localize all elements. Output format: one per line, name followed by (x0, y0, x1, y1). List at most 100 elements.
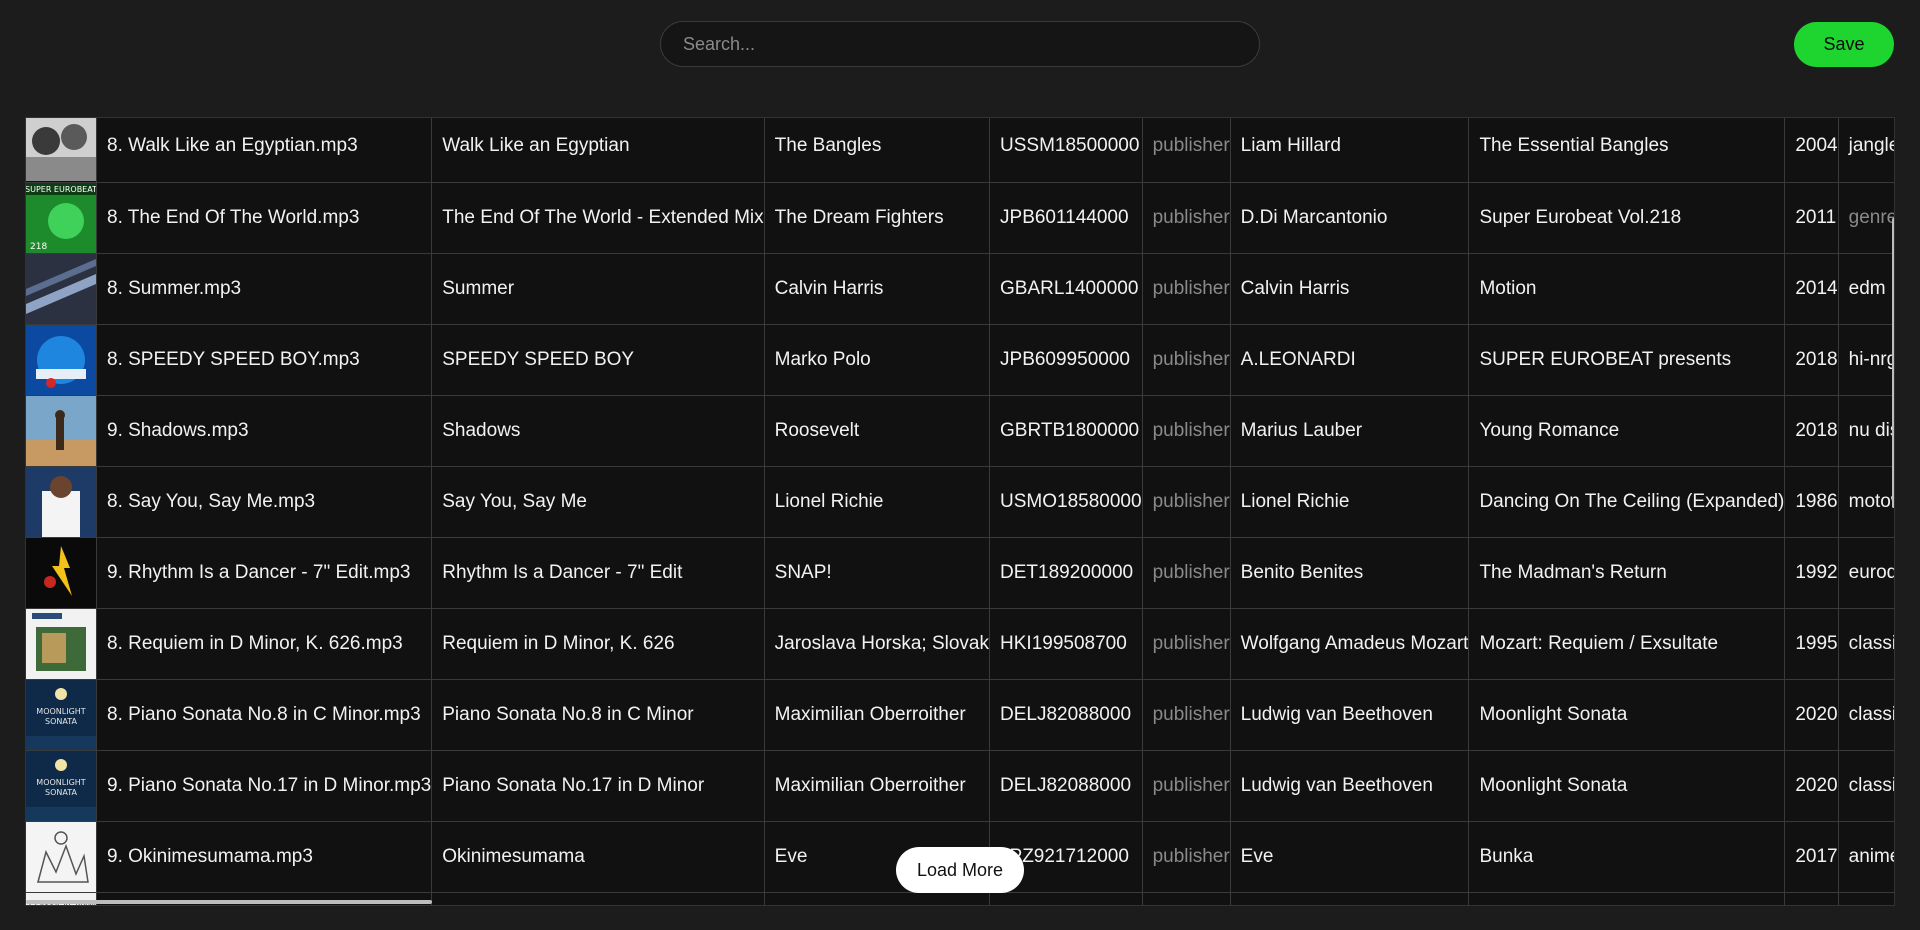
cell-filename[interactable]: 8. Summer.mp3 (96, 253, 433, 325)
table-row[interactable]: 8. SPEEDY SPEED BOY.mp3 SPEEDY SPEED BOY M… (26, 324, 1894, 396)
table-row[interactable]: SUPER EUROBEAT 218 8. The End Of The World… (26, 182, 1894, 254)
cell-album[interactable]: Bunka (1468, 821, 1786, 893)
cell-composer[interactable]: Ludwig van Beethoven (1230, 679, 1470, 751)
cell-title[interactable]: Okinimesumama (431, 821, 765, 893)
cell-genre[interactable]: edm (1838, 253, 1894, 325)
cell-isrc[interactable]: JPB601144000 (989, 182, 1143, 254)
cell-album[interactable]: Moonlight Sonata (1468, 750, 1786, 822)
cell-composer[interactable]: A.LEONARDI (1230, 324, 1470, 396)
cell-composer[interactable]: Benito Benites (1230, 537, 1470, 609)
cell-title[interactable]: Piano Sonata No.8 in C Minor (431, 679, 765, 751)
cell-artist[interactable]: The Dream Fighters (764, 182, 991, 254)
cell-album[interactable]: Dancing On The Ceiling (Expanded) (1468, 466, 1786, 538)
cell-isrc[interactable]: DELJ82088000 (989, 679, 1143, 751)
cell-genre[interactable]: jangle pop (1838, 118, 1894, 183)
cell-isrc[interactable]: DELJ82088000 (989, 750, 1143, 822)
cell-year[interactable]: 2020 (1784, 679, 1839, 751)
cell-isrc[interactable]: HKI199508700 (989, 608, 1143, 680)
cell-year[interactable]: 2018 (1784, 395, 1839, 467)
cell-publisher[interactable]: publisher (1142, 537, 1231, 609)
cell-title[interactable]: Requiem in D Minor, K. 626 (431, 608, 765, 680)
cell-album[interactable]: Moonlight Sonata (1468, 679, 1786, 751)
tracks-table[interactable]: 8. Walk Like an Egyptian.mp3 Walk Like an… (25, 117, 1895, 906)
cell-genre[interactable]: eurodance (1838, 537, 1894, 609)
cell-filename[interactable]: 8. Walk Like an Egyptian.mp3 (96, 118, 433, 183)
cell-genre[interactable]: classical; requiem (1838, 608, 1894, 680)
table-row[interactable]: 8. Summer.mp3 Summer Calvin Harris GBARL140… (26, 253, 1894, 325)
cell-composer[interactable]: D.Di Marcantonio (1230, 182, 1470, 254)
cell-artist[interactable]: Lionel Richie (764, 466, 991, 538)
table-row[interactable]: 8. Requiem in D Minor, K. 626.mp3 Requiem… (26, 608, 1894, 680)
cell-publisher[interactable]: publisher (1142, 118, 1231, 183)
cell-composer[interactable]: Calvin Harris (1230, 253, 1470, 325)
cell-album[interactable]: Motion (1468, 253, 1786, 325)
cell-year[interactable]: 1986 (1784, 466, 1839, 538)
cell-genre[interactable]: genre (1838, 182, 1894, 254)
cell-year[interactable]: 2011 (1784, 182, 1839, 254)
cell-isrc[interactable]: DET189200000 (989, 537, 1143, 609)
table-row[interactable]: 9. Rhythm Is a Dancer - 7" Edit.mp3 Rhyth… (26, 537, 1894, 609)
cell-title[interactable]: Rhythm Is a Dancer - 7" Edit (431, 537, 765, 609)
cell-isrc[interactable]: GBARL1400000 (989, 253, 1143, 325)
cell-filename[interactable]: 8. Requiem in D Minor, K. 626.mp3 (96, 608, 433, 680)
table-row[interactable]: 8. Walk Like an Egyptian.mp3 Walk Like an… (26, 118, 1894, 183)
cell-title[interactable]: Shadows (431, 395, 765, 467)
cell-album[interactable]: Super Eurobeat Vol.218 (1468, 182, 1786, 254)
cell-year[interactable]: 1992 (1784, 537, 1839, 609)
cell-isrc[interactable]: GBRTB1800000 (989, 395, 1143, 467)
cell-composer[interactable]: Liam Hillard (1230, 118, 1470, 183)
cell-genre[interactable]: anime; j-pop (1838, 821, 1894, 893)
cell-artist[interactable]: Jaroslava Horska; Slovak (764, 608, 991, 680)
cell-publisher[interactable]: publisher (1142, 182, 1231, 254)
cell-album[interactable]: The Essential Bangles (1468, 118, 1786, 183)
cell-artist[interactable]: Calvin Harris (764, 253, 991, 325)
cell-publisher[interactable]: publisher (1142, 466, 1231, 538)
cell-genre[interactable]: hi-nrg (1838, 324, 1894, 396)
cell-genre[interactable]: motown (1838, 466, 1894, 538)
cell-artist[interactable]: Maximilian Oberroither (764, 750, 991, 822)
cell-publisher[interactable]: publisher (1142, 821, 1231, 893)
cell-publisher[interactable]: publisher (1142, 395, 1231, 467)
cell-title[interactable]: SPEEDY SPEED BOY (431, 324, 765, 396)
cell-title[interactable]: Walk Like an Egyptian (431, 118, 765, 183)
cell-filename[interactable]: 9. Okinimesumama.mp3 (96, 821, 433, 893)
load-more-button[interactable]: Load More (896, 847, 1024, 893)
cell-title[interactable]: Say You, Say Me (431, 466, 765, 538)
vertical-scrollbar-thumb[interactable] (1892, 218, 1894, 508)
table-row[interactable]: MOONLIGHT SONATA 9. Piano Sonata No.17 in … (26, 750, 1894, 822)
cell-artist[interactable]: SNAP! (764, 537, 991, 609)
cell-filename[interactable]: 9. Piano Sonata No.17 in D Minor.mp3 (96, 750, 433, 822)
cell-album[interactable]: Young Romance (1468, 395, 1786, 467)
cell-composer[interactable]: Marius Lauber (1230, 395, 1470, 467)
cell-album[interactable]: Mozart: Requiem / Exsultate (1468, 608, 1786, 680)
cell-isrc[interactable]: USMO18580000 (989, 466, 1143, 538)
cell-composer[interactable]: Wolfgang Amadeus Mozart (1230, 608, 1470, 680)
cell-year[interactable]: 1995 (1784, 608, 1839, 680)
cell-filename[interactable]: 9. Shadows.mp3 (96, 395, 433, 467)
cell-filename[interactable]: 8. The End Of The World.mp3 (96, 182, 433, 254)
table-row[interactable]: MOONLIGHT SONATA 8. Piano Sonata No.8 in C… (26, 679, 1894, 751)
cell-year[interactable]: 2017 (1784, 821, 1839, 893)
cell-publisher[interactable]: publisher (1142, 750, 1231, 822)
search-input[interactable] (661, 22, 1259, 66)
cell-year[interactable]: 2004 (1784, 118, 1839, 183)
cell-artist[interactable]: Marko Polo (764, 324, 991, 396)
cell-publisher[interactable]: publisher (1142, 679, 1231, 751)
cell-composer[interactable]: Eve (1230, 821, 1470, 893)
cell-isrc[interactable]: USSM18500000 (989, 118, 1143, 183)
cell-filename[interactable]: 8. Piano Sonata No.8 in C Minor.mp3 (96, 679, 433, 751)
cell-composer[interactable]: Ludwig van Beethoven (1230, 750, 1470, 822)
cell-title[interactable]: Piano Sonata No.17 in D Minor (431, 750, 765, 822)
cell-year[interactable]: 2014 (1784, 253, 1839, 325)
cell-year[interactable]: 2020 (1784, 750, 1839, 822)
cell-title[interactable]: The End Of The World - Extended Mix (431, 182, 765, 254)
cell-album[interactable]: SUPER EUROBEAT presents (1468, 324, 1786, 396)
cell-genre[interactable]: classical; classical piano (1838, 750, 1894, 822)
table-row[interactable]: 9. Shadows.mp3 Shadows Roosevelt GBRTB18000… (26, 395, 1894, 467)
cell-album[interactable]: The Madman's Return (1468, 537, 1786, 609)
cell-artist[interactable]: Roosevelt (764, 395, 991, 467)
cell-title[interactable]: Summer (431, 253, 765, 325)
cell-artist[interactable]: Maximilian Oberroither (764, 679, 991, 751)
cell-filename[interactable]: 8. Say You, Say Me.mp3 (96, 466, 433, 538)
cell-filename[interactable]: 8. SPEEDY SPEED BOY.mp3 (96, 324, 433, 396)
